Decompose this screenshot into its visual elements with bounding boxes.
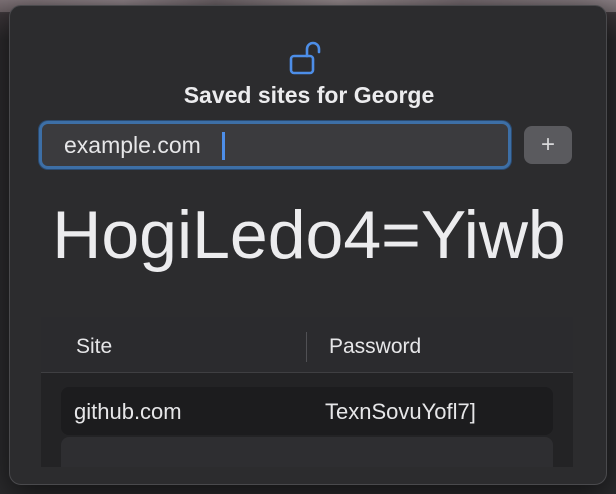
column-header-password[interactable]: Password bbox=[329, 335, 421, 359]
generated-password: HogiLedo4=Yiwb bbox=[52, 197, 566, 273]
column-divider[interactable] bbox=[306, 332, 307, 362]
password-manager-panel: Saved sites for George + HogiLedo4=Yiwb … bbox=[9, 5, 607, 485]
add-site-button[interactable]: + bbox=[524, 126, 572, 164]
table-header: Site Password bbox=[41, 317, 573, 373]
panel-title: Saved sites for George bbox=[183, 82, 435, 108]
row-site: github.com bbox=[74, 399, 182, 424]
row-password: TexnSovuYofl7] bbox=[325, 399, 476, 424]
site-input[interactable] bbox=[39, 121, 511, 169]
table-row[interactable]: github.com TexnSovuYofl7] bbox=[61, 387, 553, 435]
table-row-empty[interactable] bbox=[61, 437, 553, 467]
saved-sites-table: Site Password github.com TexnSovuYofl7] bbox=[41, 317, 573, 467]
text-cursor bbox=[222, 132, 225, 160]
unlocked-lock-icon bbox=[289, 41, 321, 75]
column-header-site[interactable]: Site bbox=[76, 335, 112, 359]
